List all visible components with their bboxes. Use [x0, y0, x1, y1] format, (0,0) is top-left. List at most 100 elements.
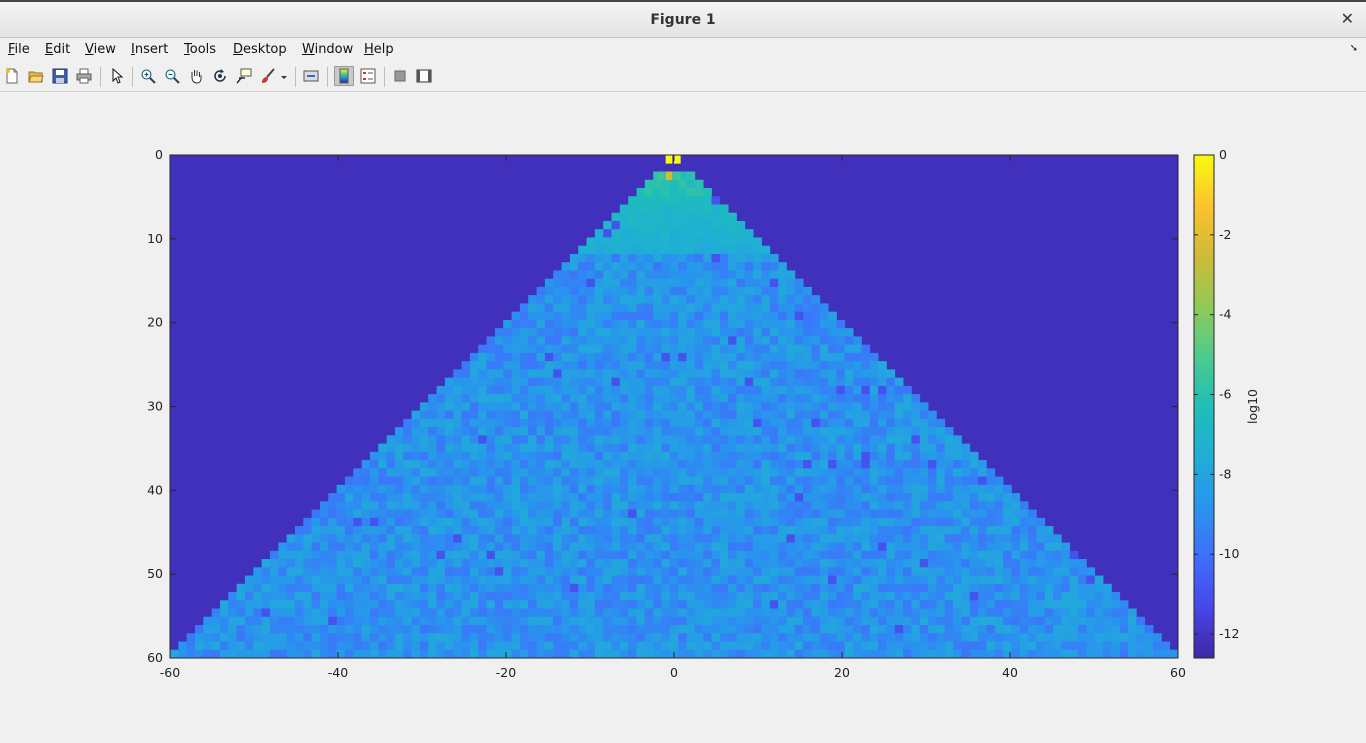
zoom-out-icon[interactable] [163, 67, 181, 85]
heatmap-cell [861, 402, 871, 412]
heatmap-cell [836, 476, 846, 486]
heatmap-cell [411, 468, 421, 477]
heatmap-cell [469, 443, 479, 453]
edit-plot-arrow-icon[interactable] [108, 67, 126, 85]
menu-tools[interactable]: Tools [184, 42, 216, 57]
heatmap-cell [661, 303, 671, 313]
heatmap-cell [344, 484, 354, 494]
rotate-3d-icon[interactable] [211, 67, 229, 85]
heatmap-cell [861, 418, 871, 428]
zoom-in-icon[interactable] [139, 67, 157, 85]
heatmap-cell [694, 608, 704, 618]
menu-desktop[interactable]: Desktop [233, 42, 287, 57]
open-file-icon[interactable] [27, 67, 45, 85]
heatmap-cell [561, 311, 571, 321]
heatmap-cell [653, 394, 662, 403]
heatmap-plot[interactable]: -60 -40 -20 0 20 40 6001020304050600-2-4-6-8-1… [0, 92, 1366, 743]
heatmap-cell [678, 369, 687, 379]
y-tick-label: 20 [147, 315, 163, 330]
colorbar-toggle-icon[interactable] [334, 66, 354, 86]
heatmap-cell [778, 328, 787, 337]
brush-dropdown-icon[interactable] [279, 67, 289, 85]
heatmap-cell [678, 633, 687, 642]
heatmap-cell [986, 641, 996, 651]
heatmap-cell [386, 468, 396, 477]
heatmap-cell [553, 641, 562, 651]
figure-canvas[interactable]: -60 -40 -20 0 20 40 60 0 10 20 30 40 50 60 0 -2 -4 -6 -8 -1… [0, 92, 1366, 743]
hide-plot-tools-icon[interactable] [391, 67, 409, 85]
heatmap-cell [611, 649, 621, 659]
heatmap-cell [453, 542, 462, 552]
heatmap-cell [211, 633, 221, 642]
heatmap-cell [436, 451, 446, 461]
heatmap-cell [436, 427, 446, 436]
menu-insert[interactable]: Insert [131, 42, 168, 57]
heatmap-cell [728, 245, 737, 255]
heatmap-cell [1086, 641, 1096, 651]
heatmap-cell [678, 526, 687, 535]
heatmap-cell [594, 616, 604, 626]
data-cursor-icon[interactable] [235, 67, 253, 85]
menu-help[interactable]: Help [364, 42, 394, 57]
heatmap-cell [686, 625, 696, 634]
heatmap-cell [711, 460, 721, 469]
heatmap-cell [1044, 641, 1054, 651]
heatmap-cell [419, 460, 429, 469]
heatmap-cell [594, 394, 604, 403]
heatmap-cell [653, 649, 662, 659]
heatmap-cell [386, 435, 396, 445]
menu-edit[interactable]: Edit [45, 42, 70, 57]
heatmap-cell [294, 608, 304, 618]
heatmap-cell [1028, 641, 1037, 651]
heatmap-cell [828, 369, 837, 379]
brush-icon[interactable] [259, 67, 277, 85]
heatmap-cell [644, 534, 654, 543]
heatmap-cell [1128, 616, 1137, 626]
save-icon[interactable] [51, 67, 69, 85]
heatmap-cell [744, 295, 754, 304]
heatmap-cell [436, 600, 446, 609]
heatmap-cell [486, 608, 496, 618]
dock-arrow-icon[interactable]: ➘ [1350, 43, 1358, 54]
heatmap-cell [719, 303, 729, 313]
new-figure-icon[interactable] [3, 67, 21, 85]
heatmap-cell [744, 286, 754, 296]
heatmap-cell [819, 625, 829, 634]
heatmap-cell [503, 633, 512, 642]
heatmap-cell [528, 451, 537, 461]
heatmap-cell [761, 361, 771, 370]
heatmap-cell [611, 212, 621, 222]
heatmap-cell [844, 567, 854, 576]
show-plot-tools-icon[interactable] [415, 67, 433, 85]
heatmap-cell [394, 427, 404, 436]
heatmap-cell [503, 517, 512, 527]
heatmap-cell [903, 410, 912, 420]
heatmap-cell [678, 600, 687, 609]
heatmap-cell [886, 501, 896, 510]
heatmap-cell [561, 526, 571, 535]
heatmap-cell [653, 476, 662, 486]
legend-toggle-icon[interactable] [359, 67, 377, 85]
heatmap-cell [919, 484, 929, 494]
heatmap-cell [519, 633, 529, 642]
heatmap-cell [911, 394, 921, 403]
pan-hand-icon[interactable] [187, 67, 205, 85]
menu-view[interactable]: View [85, 42, 116, 57]
heatmap-cell [744, 303, 754, 313]
menu-window[interactable]: Window [302, 42, 353, 57]
heatmap-cell [728, 253, 737, 263]
heatmap-cell [586, 468, 596, 477]
link-plot-icon[interactable] [302, 67, 320, 85]
close-icon[interactable]: ✕ [1341, 11, 1354, 27]
heatmap-cell [453, 427, 462, 436]
heatmap-cell [386, 509, 396, 519]
heatmap-cell [853, 633, 862, 642]
heatmap-cell [886, 616, 896, 626]
heatmap-cell [794, 625, 804, 634]
menu-file[interactable]: File [8, 42, 30, 57]
print-icon[interactable] [75, 67, 93, 85]
heatmap-cell [244, 616, 254, 626]
heatmap-cell [786, 567, 796, 576]
heatmap-cell [569, 394, 579, 403]
heatmap-cell [636, 476, 646, 486]
